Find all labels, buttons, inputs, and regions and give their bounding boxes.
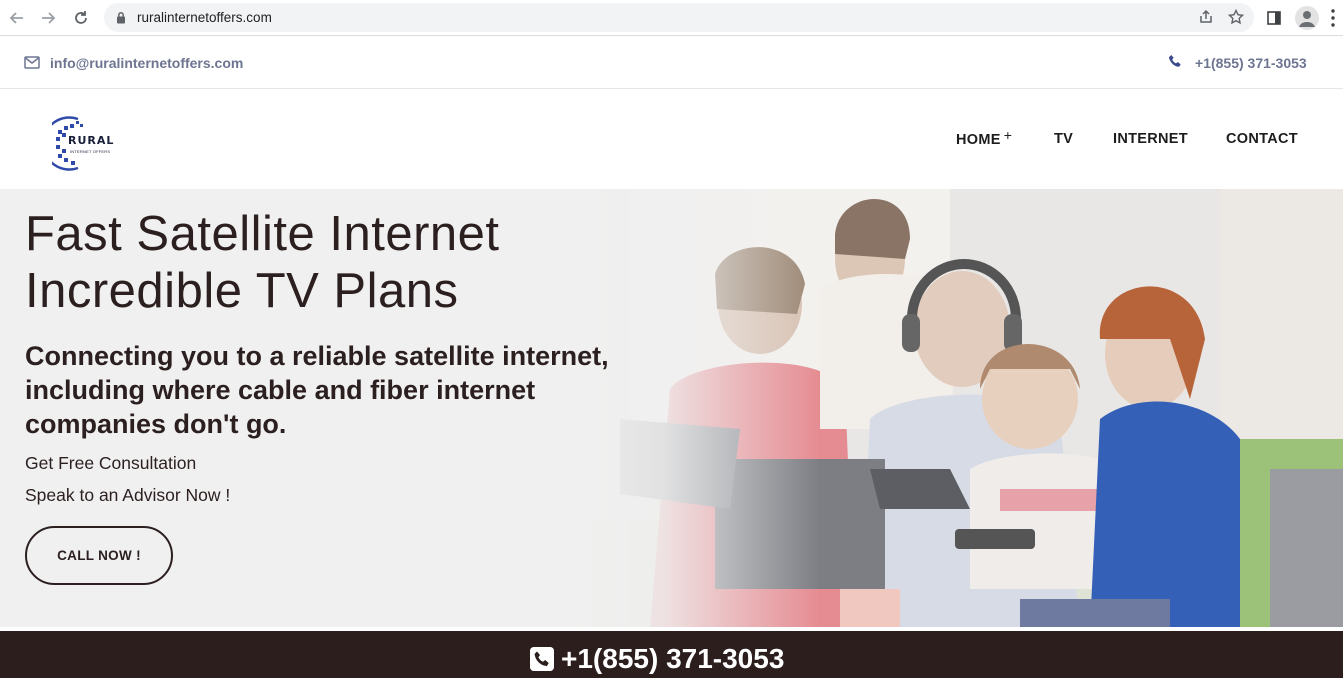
bottom-call-bar[interactable]: +1(855) 371-3053 — [0, 631, 1343, 678]
free-consultation-text: Get Free Consultation — [25, 453, 197, 473]
contact-topbar: info@ruralinternetoffers.com +1(855) 371… — [0, 37, 1343, 89]
profile-avatar[interactable] — [1295, 6, 1319, 30]
phone-link[interactable]: +1(855) 371-3053 — [1195, 55, 1307, 71]
arrow-right-icon — [42, 12, 56, 24]
site-header: RURAL INTERNET OFFERS HOME + TV INTERNET … — [0, 89, 1343, 189]
nav-home-plus: + — [1003, 127, 1013, 143]
advisor-text: Speak to an Advisor Now ! — [25, 485, 231, 505]
nav-home-label: HOME — [956, 132, 1001, 148]
hero-subheadline: Connecting you to a reliable satellite i… — [25, 341, 609, 439]
bookmark-star-icon[interactable] — [1228, 9, 1244, 25]
hero-headline: Fast Satellite Internet Incredible TV Pl… — [25, 206, 500, 320]
url-text: ruralinternetoffers.com — [137, 10, 272, 25]
share-icon[interactable] — [1198, 9, 1214, 25]
hero-section: Fast Satellite Internet Incredible TV Pl… — [0, 189, 1343, 627]
side-panel-icon — [1267, 11, 1281, 25]
call-now-button[interactable]: CALL NOW ! — [25, 526, 173, 585]
more-options-icon[interactable] — [1330, 8, 1336, 28]
bottom-phone-number[interactable]: +1(855) 371-3053 — [561, 643, 784, 675]
arrow-left-icon — [9, 12, 23, 24]
nav-tv[interactable]: TV — [1054, 131, 1073, 147]
reload-icon — [75, 11, 87, 24]
browser-toolbar: ruralinternetoffers.com — [0, 0, 1343, 36]
phone-square-icon — [530, 647, 554, 671]
site-logo[interactable]: RURAL INTERNET OFFERS — [52, 116, 122, 171]
reload-button[interactable] — [70, 7, 92, 29]
forward-button[interactable] — [37, 7, 59, 29]
nav-internet[interactable]: INTERNET — [1113, 131, 1188, 147]
hero-headline-line-2: Incredible TV Plans — [25, 264, 459, 318]
logo-subtitle: INTERNET OFFERS — [70, 149, 111, 154]
side-panel-button[interactable] — [1263, 7, 1285, 29]
logo-title: RURAL — [68, 134, 115, 147]
address-bar[interactable]: ruralinternetoffers.com — [104, 3, 1254, 32]
email-link[interactable]: info@ruralinternetoffers.com — [50, 55, 243, 71]
hero-headline-line-1: Fast Satellite Internet — [25, 207, 500, 261]
envelope-icon — [24, 56, 40, 69]
nav-contact[interactable]: CONTACT — [1226, 131, 1298, 147]
nav-home[interactable]: HOME + — [956, 127, 1012, 148]
back-button[interactable] — [6, 7, 28, 29]
phone-icon — [1168, 54, 1181, 67]
lock-icon — [117, 12, 125, 24]
profile-icon — [1299, 11, 1315, 27]
